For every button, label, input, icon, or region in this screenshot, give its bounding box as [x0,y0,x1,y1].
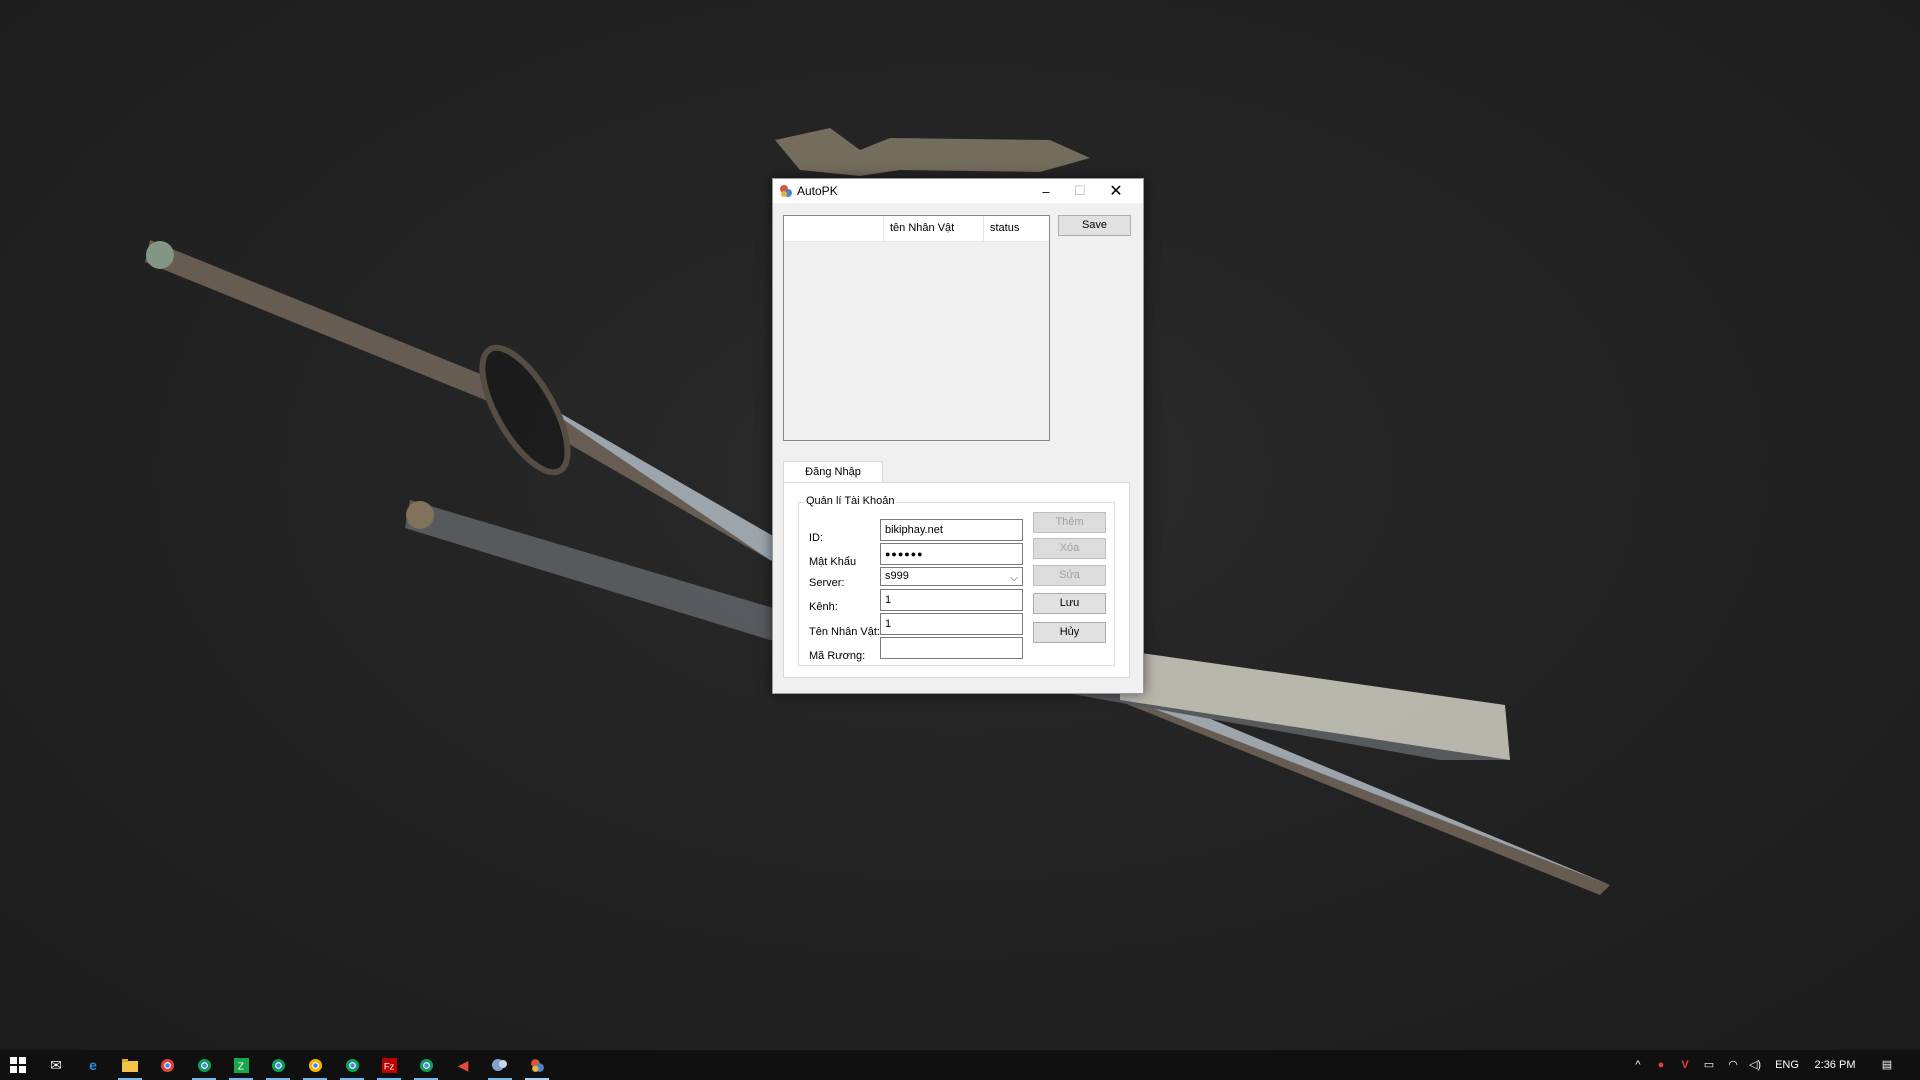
mail-icon[interactable]: ✉ [38,1050,74,1080]
character-name-label: Tên Nhân Vật: [809,626,880,638]
battery-icon[interactable]: ▭ [1698,1050,1720,1080]
login-tab-panel: Quản lí Tài Khoản ID: bikiphay.net Mật K… [783,482,1130,678]
save-button[interactable]: Save [1058,215,1131,236]
chevron-up-icon[interactable]: ^ [1628,1050,1648,1080]
vietkey-icon[interactable]: V [1674,1050,1696,1080]
server-select[interactable]: s999 ⌵ [880,567,1023,586]
edge-icon[interactable]: e [75,1050,111,1080]
title-bar[interactable]: AutoPK – ☐ ✕ [773,179,1143,203]
chrome-icon[interactable] [186,1050,222,1080]
file-explorer-icon[interactable] [112,1050,148,1080]
chrome-icon[interactable] [260,1050,296,1080]
character-list[interactable]: tên Nhân Vật status [783,215,1050,441]
antivirus-icon[interactable]: ● [1650,1050,1672,1080]
chest-code-label: Mã Rương: [809,650,866,662]
column-header-character-name[interactable]: tên Nhân Vật [884,216,984,241]
chrome-icon[interactable] [334,1050,370,1080]
column-header-status[interactable]: status [984,216,1049,241]
chest-code-field[interactable] [880,637,1023,659]
autopk-window: AutoPK – ☐ ✕ tên Nhân Vật status Save Đă… [772,178,1144,694]
list-header: tên Nhân Vật status [784,216,1049,242]
wifi-icon[interactable]: ◠ [1722,1050,1744,1080]
chrome-icon[interactable] [149,1050,185,1080]
account-management-group: Quản lí Tài Khoản ID: bikiphay.net Mật K… [798,495,1115,666]
password-field[interactable]: ●●●●●● [880,543,1023,565]
filezilla-icon[interactable]: Fz [371,1050,407,1080]
autopk-app-icon [780,185,792,197]
chrome-icon[interactable] [297,1050,333,1080]
maximize-button[interactable]: ☐ [1063,179,1097,203]
autopk-icon[interactable] [519,1050,555,1080]
id-label: ID: [809,532,824,544]
app-icon[interactable] [482,1050,518,1080]
store-button[interactable]: Lưu [1033,593,1106,614]
zalo-icon[interactable]: Z [223,1050,259,1080]
chevron-down-icon: ⌵ [1010,573,1018,584]
tab-login[interactable]: Đăng Nhập [783,461,883,484]
notification-icon[interactable]: ▤ [1874,1050,1900,1080]
id-field[interactable]: bikiphay.net [880,519,1023,541]
clock[interactable]: 2:36 PM [1808,1050,1862,1080]
media-player-icon[interactable]: ◀ [445,1050,481,1080]
svg-text:Z: Z [237,1061,243,1072]
server-select-value: s999 [885,570,909,582]
password-label: Mật Khẩu [809,556,857,568]
language-indicator[interactable]: ENG [1770,1050,1804,1080]
character-name-field[interactable]: 1 [880,613,1023,635]
close-button[interactable]: ✕ [1099,179,1133,203]
volume-icon[interactable]: ◁) [1744,1050,1766,1080]
windows-start-icon[interactable] [0,1050,36,1080]
taskbar: ✉ e Z Fz ◀ ^ ● V ▭ ◠ ◁) ENG 2:36 PM ▤ [0,1050,1920,1080]
svg-text:Fz: Fz [383,1061,394,1071]
delete-button[interactable]: Xóa [1033,538,1106,559]
chrome-icon[interactable] [408,1050,444,1080]
add-button[interactable]: Thêm [1033,512,1106,533]
group-title: Quản lí Tài Khoản [804,495,897,507]
channel-label: Kênh: [809,601,838,613]
column-header-empty[interactable] [784,216,884,241]
server-label: Server: [809,577,845,589]
cancel-button[interactable]: Hủy [1033,622,1106,643]
window-title: AutoPK [797,184,838,198]
minimize-button[interactable]: – [1029,179,1063,203]
channel-field[interactable]: 1 [880,589,1023,611]
edit-button[interactable]: Sửa [1033,565,1106,586]
